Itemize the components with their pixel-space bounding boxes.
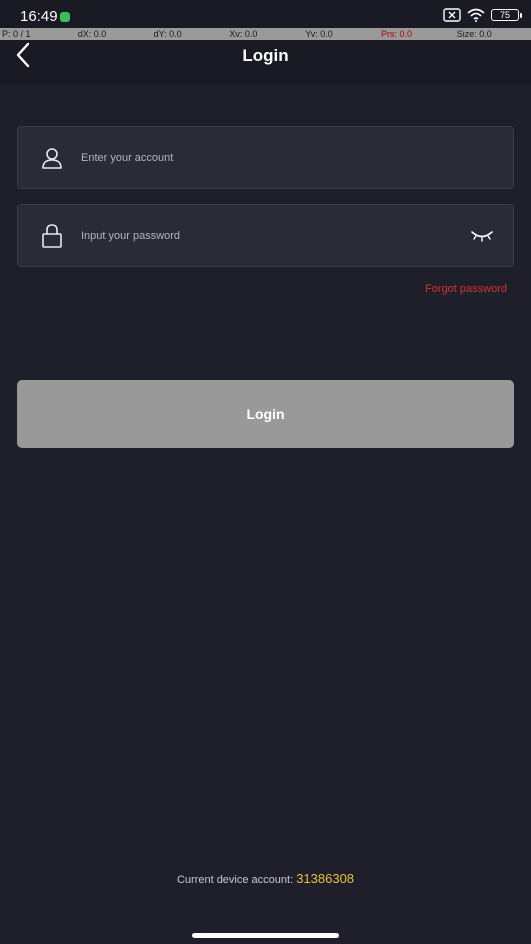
- password-field: [17, 204, 514, 267]
- device-account-info: Current device account: 31386308: [0, 871, 531, 886]
- debug-pressure: Prs: 0.0: [380, 29, 412, 39]
- forgot-password-link[interactable]: Forgot password: [425, 283, 507, 295]
- app-notification-icon: [60, 12, 70, 22]
- pointer-debug-bar: P: 0 / 1 dX: 0.0 dY: 0.0 Xv: 0.0 Yv: 0.0…: [0, 28, 531, 40]
- sim-icon: [443, 8, 461, 22]
- debug-pointer-count: P: 0 / 1: [2, 29, 31, 39]
- eye-closed-icon[interactable]: [467, 223, 497, 249]
- status-icons: 75: [443, 8, 522, 22]
- lock-icon: [32, 216, 72, 256]
- device-account-number: 31386308: [296, 871, 355, 886]
- debug-dx: dX: 0.0: [77, 29, 107, 39]
- status-bar: 16:49 75: [0, 0, 531, 28]
- device-account-label: Current device account:: [176, 874, 294, 886]
- home-indicator[interactable]: [192, 933, 339, 938]
- status-time: 16:49: [20, 8, 58, 25]
- login-button[interactable]: Login: [17, 380, 514, 448]
- page-title: Login: [242, 46, 289, 65]
- password-input[interactable]: [81, 205, 441, 266]
- wifi-icon: [467, 8, 485, 22]
- debug-yv: Yv: 0.0: [305, 29, 333, 39]
- user-icon: [32, 138, 72, 178]
- header: Login: [0, 40, 531, 84]
- debug-size: Size: 0.0: [456, 29, 492, 39]
- debug-xv: Xv: 0.0: [229, 29, 258, 39]
- account-field: [17, 126, 514, 189]
- account-input[interactable]: [81, 127, 441, 188]
- battery-icon: 75: [491, 9, 522, 21]
- debug-dy: dY: 0.0: [153, 29, 182, 39]
